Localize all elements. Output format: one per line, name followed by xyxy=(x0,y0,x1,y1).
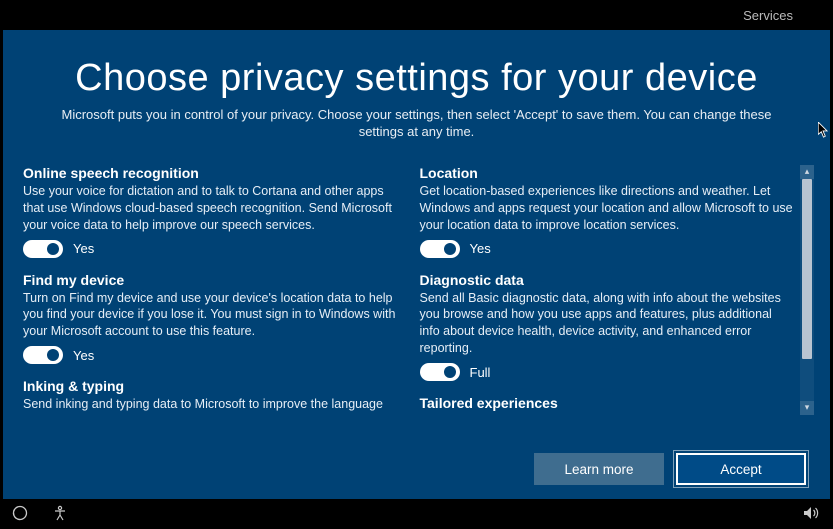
setting-desc: Send all Basic diagnostic data, along wi… xyxy=(420,290,795,358)
toggle-label: Yes xyxy=(470,241,491,256)
volume-icon[interactable] xyxy=(803,505,821,524)
setting-title: Inking & typing xyxy=(23,378,398,394)
learn-more-button[interactable]: Learn more xyxy=(534,453,664,485)
scroll-down-button[interactable]: ▾ xyxy=(800,401,814,415)
page-title: Choose privacy settings for your device xyxy=(3,58,830,100)
setting-desc: Send inking and typing data to Microsoft… xyxy=(23,396,398,415)
titlebar: Services xyxy=(0,0,833,30)
accept-button[interactable]: Accept xyxy=(676,453,806,485)
taskbar xyxy=(0,499,833,529)
setting-title: Tailored experiences xyxy=(420,395,795,411)
toggle-find-device[interactable] xyxy=(23,346,63,364)
setting-inking: Inking & typing Send inking and typing d… xyxy=(23,378,398,415)
toggle-label: Yes xyxy=(73,348,94,363)
setting-diagnostic: Diagnostic data Send all Basic diagnosti… xyxy=(420,272,795,382)
settings-scroll-area: Online speech recognition Use your voice… xyxy=(23,165,814,415)
oobe-page: Choose privacy settings for your device … xyxy=(3,30,830,499)
footer-buttons: Learn more Accept xyxy=(534,453,806,485)
ease-of-access-icon[interactable] xyxy=(12,505,28,524)
setting-title: Location xyxy=(420,165,795,181)
setting-desc: Get location-based experiences like dire… xyxy=(420,183,795,234)
settings-col-left: Online speech recognition Use your voice… xyxy=(23,165,398,415)
setting-desc: Turn on Find my device and use your devi… xyxy=(23,290,398,341)
scrollbar[interactable]: ▴ ▾ xyxy=(800,165,814,415)
setting-tailored: Tailored experiences Let Microsoft offer… xyxy=(420,395,795,415)
accessibility-icon[interactable] xyxy=(52,505,68,524)
setting-location: Location Get location-based experiences … xyxy=(420,165,795,258)
settings-col-right: Location Get location-based experiences … xyxy=(420,165,795,415)
titlebar-label: Services xyxy=(743,8,793,23)
setting-title: Online speech recognition xyxy=(23,165,398,181)
setting-speech: Online speech recognition Use your voice… xyxy=(23,165,398,258)
toggle-label: Yes xyxy=(73,241,94,256)
setting-desc: Let Microsoft offer you tailored experie… xyxy=(420,413,795,415)
window: Services Choose privacy settings for you… xyxy=(0,0,833,529)
setting-title: Diagnostic data xyxy=(420,272,795,288)
scroll-thumb[interactable] xyxy=(802,179,812,359)
toggle-location[interactable] xyxy=(420,240,460,258)
scroll-up-button[interactable]: ▴ xyxy=(800,165,814,179)
setting-desc: Use your voice for dictation and to talk… xyxy=(23,183,398,234)
toggle-diagnostic[interactable] xyxy=(420,363,460,381)
setting-find-device: Find my device Turn on Find my device an… xyxy=(23,272,398,365)
toggle-speech[interactable] xyxy=(23,240,63,258)
toggle-label: Full xyxy=(470,365,491,380)
settings-columns: Online speech recognition Use your voice… xyxy=(23,165,794,415)
setting-title: Find my device xyxy=(23,272,398,288)
page-subtitle: Microsoft puts you in control of your pr… xyxy=(43,106,790,141)
content-wrap: Choose privacy settings for your device … xyxy=(0,30,833,529)
